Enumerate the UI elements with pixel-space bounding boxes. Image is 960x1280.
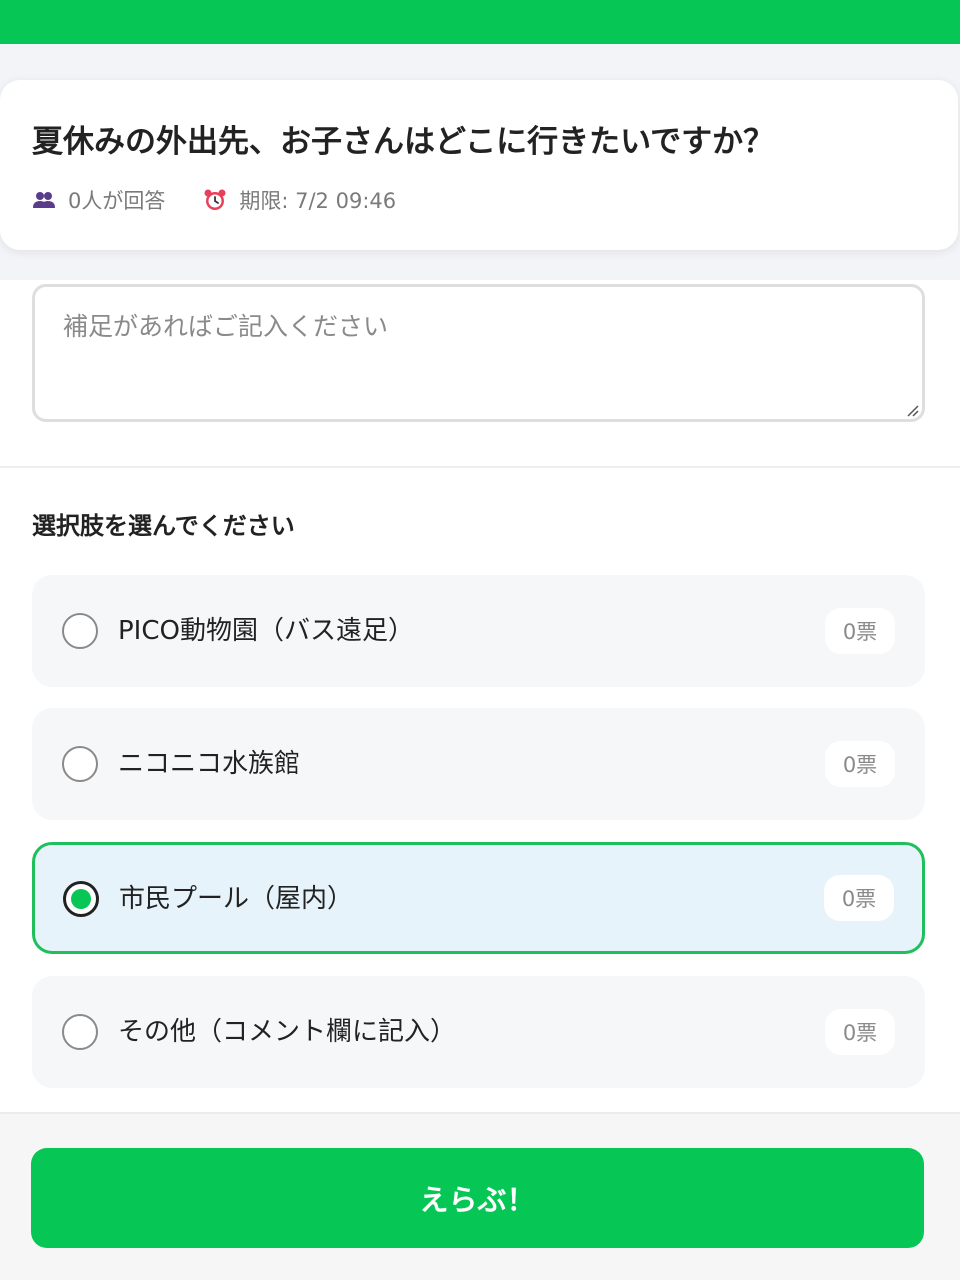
people-icon (32, 188, 56, 212)
radio-button[interactable] (62, 613, 98, 649)
vote-count-badge: 0票 (825, 1009, 895, 1055)
top-bar (0, 0, 960, 44)
radio-button[interactable] (62, 746, 98, 782)
option-label: ニコニコ水族館 (118, 749, 301, 779)
option-pico-zoo[interactable]: PICO動物園（バス遠足） 0票 (32, 575, 925, 687)
option-label: PICO動物園（バス遠足） (118, 616, 414, 646)
comment-textarea[interactable] (32, 284, 925, 422)
choices-heading: 選択肢を選んでください (32, 512, 295, 540)
submit-button[interactable]: えらぶ！ (31, 1148, 924, 1248)
question-card (0, 80, 958, 250)
option-label: その他（コメント欄に記入） (118, 1017, 457, 1047)
resize-grip-icon[interactable] (905, 402, 919, 417)
section-divider (0, 466, 960, 468)
option-niconico-aquarium[interactable]: ニコニコ水族館 0票 (32, 708, 925, 820)
question-meta: 0人が回答 期限: 7/2 09:46 (32, 184, 434, 216)
option-other[interactable]: その他（コメント欄に記入） 0票 (32, 976, 925, 1088)
deadline: 期限: 7/2 09:46 (203, 185, 396, 215)
response-count: 0人が回答 (32, 185, 165, 215)
alarm-clock-icon (203, 188, 227, 212)
option-city-pool[interactable]: 市民プール（屋内） 0票 (32, 842, 925, 954)
radio-button-selected[interactable] (63, 881, 99, 917)
radio-selected-dot (71, 889, 91, 909)
option-label: 市民プール（屋内） (119, 884, 354, 914)
question-title: 夏休みの外出先、お子さんはどこに行きたいですか？ (32, 124, 775, 160)
response-count-text: 0人が回答 (68, 189, 166, 213)
vote-count-badge: 0票 (825, 608, 895, 654)
deadline-text: 期限: 7/2 09:46 (239, 189, 397, 213)
radio-button[interactable] (62, 1014, 98, 1050)
vote-count-badge: 0票 (824, 875, 894, 921)
vote-count-badge: 0票 (825, 741, 895, 787)
